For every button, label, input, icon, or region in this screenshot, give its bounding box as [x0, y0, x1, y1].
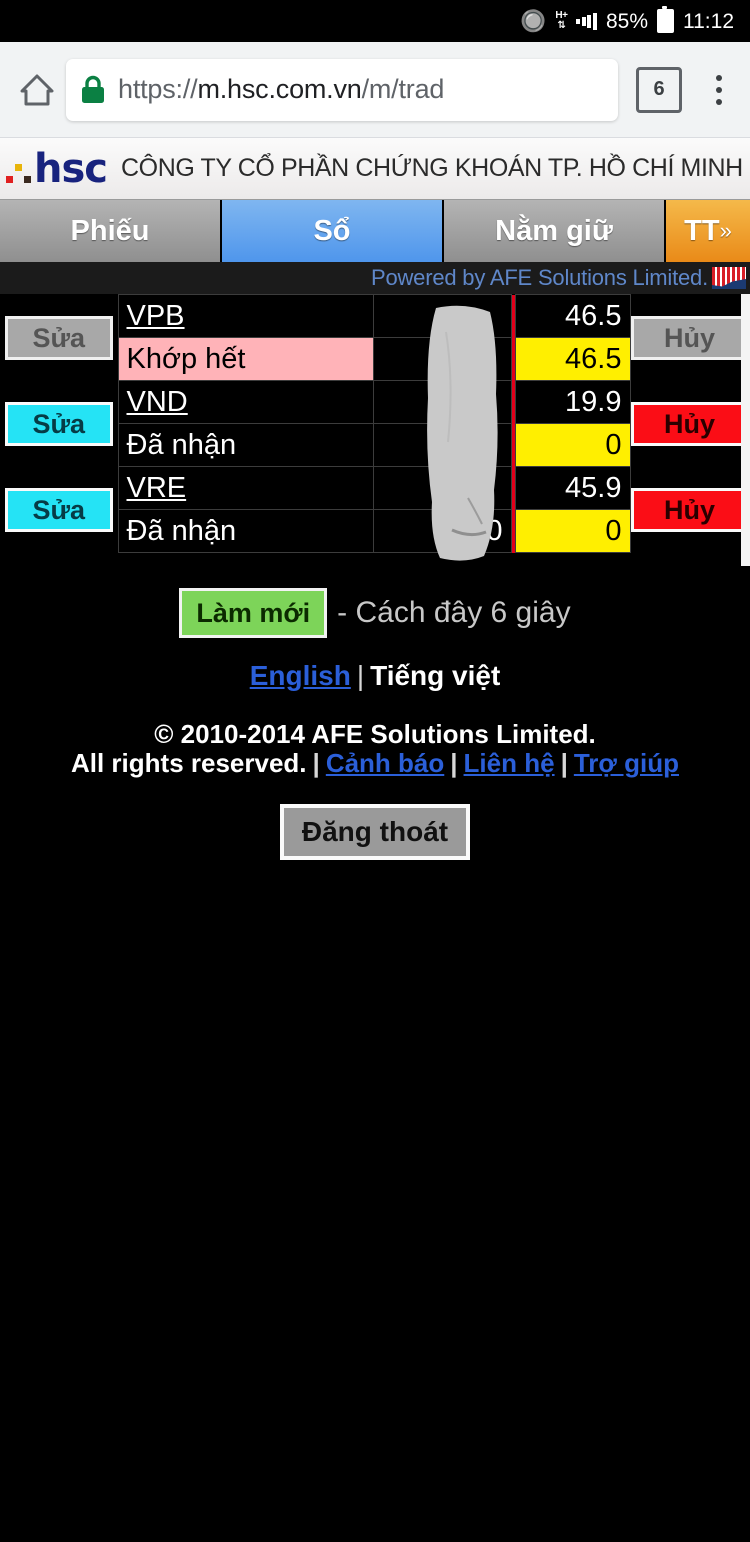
status-cell-vnd: Đã nhận — [117, 423, 374, 467]
filled-qty-cell-vnd — [372, 423, 512, 467]
filled-qty-cell-vre: 0 — [372, 509, 512, 553]
lock-icon — [80, 75, 106, 105]
copyright-line: © 2010-2014 AFE Solutions Limited. — [154, 719, 596, 749]
tab-phieu[interactable]: Phiếu — [0, 200, 222, 262]
footer-sep-2: | — [450, 748, 458, 779]
edit-button-cell-0: Sửa — [0, 294, 118, 381]
vertical-scrollbar[interactable] — [741, 294, 750, 566]
tab-tt-more[interactable]: TT» — [666, 200, 750, 262]
qty-cell-vre — [372, 466, 512, 510]
home-icon[interactable] — [14, 67, 60, 113]
tab-nam-giu[interactable]: Nằm giữ — [444, 200, 666, 262]
status-clock: 11:12 — [683, 9, 734, 33]
web-page: hsc CÔNG TY CỔ PHẦN CHỨNG KHOÁN TP. HỒ C… — [0, 138, 750, 861]
url-scheme: https:// — [118, 74, 198, 104]
chevron-right-icon: » — [719, 218, 732, 243]
language-separator: | — [356, 660, 365, 691]
status-bar: 🔘 H+ ⇅ 85% 11:12 — [0, 0, 750, 42]
warning-link[interactable]: Cảnh báo — [326, 748, 444, 778]
qty-cell-vpb — [372, 294, 512, 338]
last-refresh-label: - Cách đây 6 giây — [337, 596, 571, 629]
symbol-link-vre[interactable]: VRE — [127, 472, 187, 504]
footer-sep-1: | — [312, 748, 320, 779]
help-link[interactable]: Trợ giúp — [574, 748, 679, 778]
symbol-cell-vre[interactable]: VRE — [117, 466, 374, 510]
language-switcher: English | Tiếng việt — [0, 660, 750, 692]
refresh-row: Làm mới - Cách đây 6 giây — [0, 588, 750, 638]
url-host: m.hsc.com.vn — [197, 74, 362, 104]
edit-button-vnd[interactable]: Sửa — [4, 401, 113, 446]
language-current-label: Tiếng việt — [370, 660, 501, 691]
footer-links-line: All rights reserved. | Cảnh báo | Liên hệ | Tr… — [0, 749, 750, 778]
powered-by-text: Powered by AFE Solutions Limited. — [370, 265, 708, 290]
symbol-link-vpb[interactable]: VPB — [127, 300, 185, 332]
edit-button-vre[interactable]: Sửa — [4, 487, 113, 532]
copyright-block: © 2010-2014 AFE Solutions Limited. All r… — [0, 719, 750, 778]
orders-table: Sửa VPB 46.5 Hủy Khớp hết 46.5 Sửa VND 1… — [0, 294, 748, 553]
contact-link[interactable]: Liên hệ — [464, 748, 555, 778]
cancel-button-cell-1: Hủy — [630, 380, 748, 467]
refresh-button[interactable]: Làm mới — [179, 588, 328, 638]
logo-dots-icon — [6, 163, 31, 183]
signal-bars-icon — [576, 12, 597, 30]
hsc-brand-header: hsc CÔNG TY CỔ PHẦN CHỨNG KHOÁN TP. HỒ C… — [0, 138, 750, 200]
filled-qty-cell-vpb — [372, 337, 512, 381]
tab-tt-label: TT — [684, 214, 720, 247]
table-row: Sửa VRE 45.9 Hủy — [0, 466, 748, 553]
cancel-button-vre[interactable]: Hủy — [630, 487, 748, 532]
symbol-link-vnd[interactable]: VND — [127, 386, 188, 418]
company-name: CÔNG TY CỔ PHẦN CHỨNG KHOÁN TP. HỒ CHÍ M… — [121, 154, 743, 182]
price-cell-vre: 45.9 — [514, 466, 631, 510]
battery-icon — [657, 6, 674, 33]
cancel-button-vpb[interactable]: Hủy — [630, 315, 748, 360]
logout-button[interactable]: Đăng thoát — [279, 804, 471, 861]
edit-button-vpb[interactable]: Sửa — [4, 315, 113, 360]
network-type-indicator: H+ ⇅ — [555, 11, 568, 31]
price-cell-vnd: 19.9 — [514, 380, 631, 424]
hsc-logo: hsc — [6, 145, 108, 192]
bluetooth-icon: 🔘 — [520, 9, 547, 33]
table-row: Sửa VND 19.9 Hủy — [0, 380, 748, 467]
tab-so[interactable]: Sổ — [222, 200, 444, 262]
network-activity-icon: ⇅ — [557, 20, 566, 31]
cancel-button-cell-0: Hủy — [630, 294, 748, 381]
kebab-menu-icon[interactable] — [702, 74, 736, 105]
browser-toolbar: https://m.hsc.com.vn/m/trad 6 — [0, 42, 750, 138]
cancel-button-cell-2: Hủy — [630, 466, 748, 553]
url-path: /m/trad — [361, 74, 445, 104]
edit-button-cell-1: Sửa — [0, 380, 118, 467]
rights-text: All rights reserved. — [70, 748, 307, 779]
tab-count-button[interactable]: 6 — [636, 66, 682, 113]
cancel-button-vnd[interactable]: Hủy — [630, 401, 748, 446]
logo-wordmark: hsc — [34, 145, 108, 192]
match-price-cell-vnd: 0 — [514, 423, 631, 467]
page-footer: Làm mới - Cách đây 6 giây English | Tiếng … — [0, 566, 750, 861]
footer-sep-3: | — [560, 748, 568, 779]
main-tabs: Phiếu Sổ Nằm giữ TT» — [0, 200, 750, 262]
powered-by-bar: Powered by AFE Solutions Limited. — [0, 262, 750, 294]
table-row: Sửa VPB 46.5 Hủy — [0, 294, 748, 381]
url-text: https://m.hsc.com.vn/m/trad — [118, 74, 444, 105]
battery-percent-label: 85% — [605, 9, 648, 33]
price-cell-vpb: 46.5 — [514, 294, 631, 338]
status-cell-vre: Đã nhận — [117, 509, 374, 553]
language-english-link[interactable]: English — [250, 660, 351, 691]
match-price-cell-vre: 0 — [514, 509, 631, 553]
edit-button-cell-2: Sửa — [0, 466, 118, 553]
qty-cell-vnd — [372, 380, 512, 424]
symbol-cell-vnd[interactable]: VND — [117, 380, 374, 424]
match-price-cell-vpb: 46.5 — [514, 337, 631, 381]
symbol-cell-vpb[interactable]: VPB — [117, 294, 374, 338]
orders-table-container: Sửa VPB 46.5 Hủy Khớp hết 46.5 Sửa VND 1… — [0, 294, 750, 566]
status-cell-vpb: Khớp hết — [117, 337, 374, 381]
afe-logo-icon — [712, 267, 746, 289]
address-bar[interactable]: https://m.hsc.com.vn/m/trad — [66, 58, 618, 121]
